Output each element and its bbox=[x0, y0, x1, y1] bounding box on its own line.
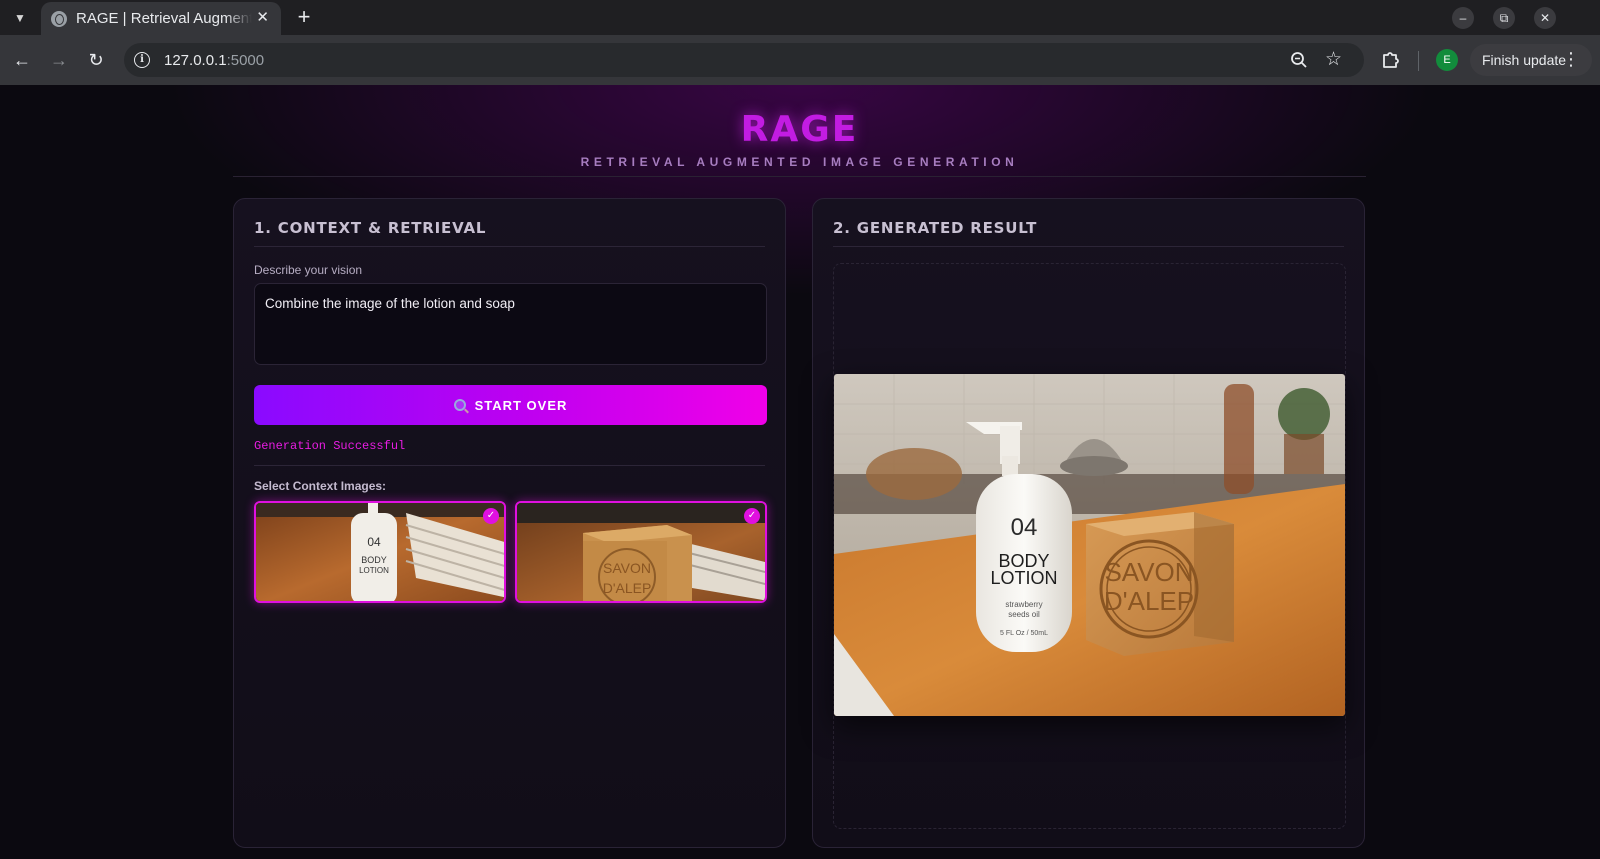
app-subtitle: RETRIEVAL AUGMENTED IMAGE GENERATION bbox=[580, 155, 1019, 169]
app-root: RAGE RETRIEVAL AUGMENTED IMAGE GENERATIO… bbox=[0, 85, 1600, 859]
selected-check-icon: ✓ bbox=[744, 508, 760, 524]
browser-toolbar: ← → ↻ i 127.0.0.1:5000 ☆ E Finish update… bbox=[0, 35, 1600, 85]
context-image-soap[interactable]: SAVON D'ALEP ✓ bbox=[515, 501, 767, 603]
context-image-lotion[interactable]: 04 BODY LOTION ✓ bbox=[254, 501, 506, 603]
thumb-bottle-number: 04 bbox=[367, 535, 381, 549]
panel-title: 1. CONTEXT & RETRIEVAL bbox=[254, 219, 487, 237]
url-port: :5000 bbox=[226, 52, 265, 69]
search-icon bbox=[453, 399, 466, 411]
result-image-frame: SAVON D'ALEP 04 BODY LOTION strawberry s… bbox=[833, 263, 1346, 829]
browser-tabbar: ▼ RAGE | Retrieval Augmented Image Gener… bbox=[0, 0, 1600, 35]
reload-icon[interactable]: ↻ bbox=[85, 49, 107, 71]
thumb-bottle-line1: BODY bbox=[361, 555, 387, 565]
tab-search-chevron-icon[interactable]: ▼ bbox=[8, 6, 32, 30]
url-text[interactable]: 127.0.0.1:5000 bbox=[164, 52, 264, 69]
extensions-puzzle-icon[interactable] bbox=[1380, 47, 1404, 71]
status-message: Generation Successful bbox=[254, 439, 406, 453]
app-logo: RAGE bbox=[740, 109, 859, 150]
divider bbox=[254, 246, 765, 247]
site-info-icon[interactable]: i bbox=[134, 52, 150, 68]
panel-title: 2. GENERATED RESULT bbox=[833, 219, 1038, 237]
profile-avatar[interactable]: E bbox=[1436, 49, 1458, 71]
finish-update-label: Finish update bbox=[1482, 52, 1567, 68]
address-bar[interactable]: i 127.0.0.1:5000 ☆ bbox=[124, 43, 1364, 77]
kebab-menu-icon[interactable]: ⋮ bbox=[1562, 50, 1580, 68]
soap-thumbnail-image: SAVON D'ALEP bbox=[517, 503, 765, 601]
tab-title: RAGE | Retrieval Augmented Image Generat… bbox=[76, 10, 252, 27]
bottle-small3: 5 FL Oz / 50mL bbox=[1000, 630, 1048, 637]
soap-line2: D'ALEP bbox=[1104, 586, 1194, 616]
bottle-small1: strawberry bbox=[1005, 600, 1042, 609]
bottle-number: 04 bbox=[1011, 514, 1038, 541]
zoom-magnifier-icon[interactable] bbox=[1290, 51, 1308, 69]
selected-check-icon: ✓ bbox=[483, 508, 499, 524]
globe-icon bbox=[51, 10, 67, 27]
soap-line1: SAVON bbox=[1104, 557, 1193, 587]
start-over-button[interactable]: START OVER bbox=[254, 385, 767, 425]
context-retrieval-panel: 1. CONTEXT & RETRIEVAL Describe your vis… bbox=[233, 198, 786, 848]
bottle-small2: seeds oil bbox=[1008, 610, 1040, 619]
thumb-soap-line1: SAVON bbox=[603, 560, 651, 576]
vision-label: Describe your vision bbox=[254, 263, 363, 277]
lotion-thumbnail-image: 04 BODY LOTION bbox=[256, 503, 504, 601]
forward-arrow-icon[interactable]: → bbox=[48, 49, 70, 71]
generated-image-art: SAVON D'ALEP 04 BODY LOTION strawberry s… bbox=[834, 374, 1345, 716]
vision-textarea[interactable]: Combine the image of the lotion and soap bbox=[254, 283, 767, 365]
bookmark-star-icon[interactable]: ☆ bbox=[1325, 48, 1342, 71]
divider bbox=[254, 465, 765, 466]
minimize-icon[interactable]: – bbox=[1452, 7, 1474, 29]
generated-image[interactable]: SAVON D'ALEP 04 BODY LOTION strawberry s… bbox=[834, 374, 1345, 716]
url-host: 127.0.0.1 bbox=[164, 52, 227, 69]
thumb-bottle-line2: LOTION bbox=[359, 566, 389, 575]
back-arrow-icon[interactable]: ← bbox=[11, 49, 33, 71]
divider bbox=[833, 246, 1344, 247]
browser-tab[interactable]: RAGE | Retrieval Augmented Image Generat… bbox=[41, 2, 281, 35]
toolbar-separator bbox=[1418, 51, 1419, 71]
finish-update-button[interactable]: Finish update ⋮ bbox=[1470, 44, 1592, 76]
bottle-line2: LOTION bbox=[990, 568, 1057, 588]
restore-icon[interactable]: ⧉ bbox=[1493, 7, 1515, 29]
start-over-label: START OVER bbox=[474, 397, 568, 413]
thumb-soap-line2: D'ALEP bbox=[603, 580, 652, 596]
app-header: RAGE RETRIEVAL AUGMENTED IMAGE GENERATIO… bbox=[233, 85, 1366, 177]
generated-result-panel: 2. GENERATED RESULT SAVON D'ALEP 04 BODY… bbox=[812, 198, 1365, 848]
tab-close-icon[interactable]: ✕ bbox=[256, 10, 269, 26]
new-tab-plus-icon[interactable]: + bbox=[292, 6, 316, 28]
close-window-icon[interactable]: ✕ bbox=[1534, 7, 1556, 29]
context-images-label: Select Context Images: bbox=[254, 479, 387, 493]
